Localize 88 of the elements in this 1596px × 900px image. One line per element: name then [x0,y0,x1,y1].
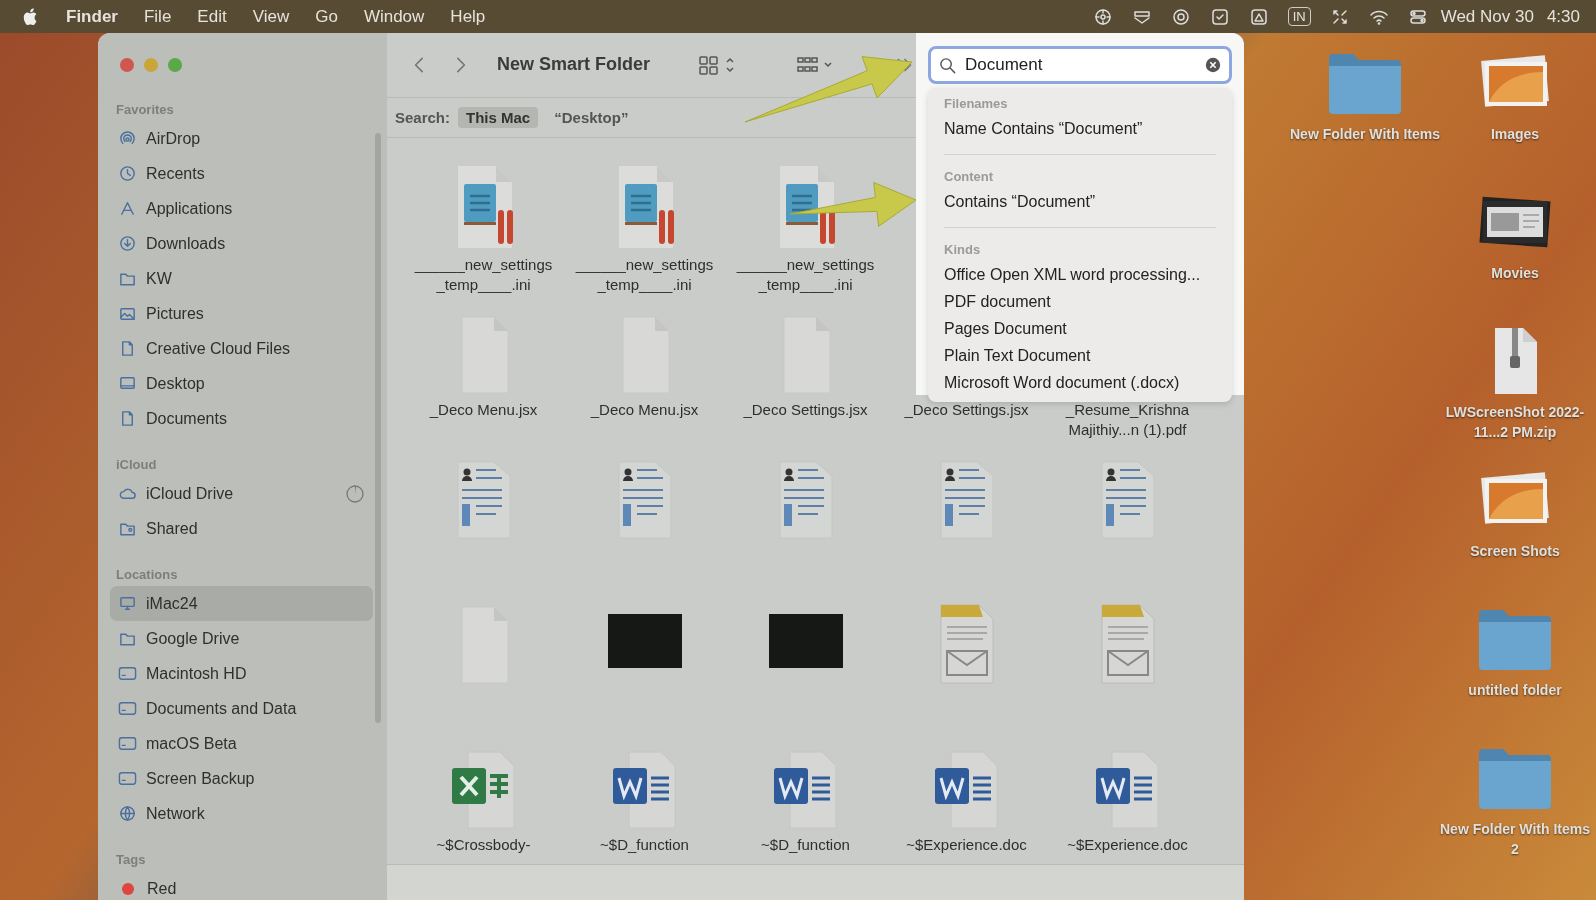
menu-item[interactable]: View [252,6,290,27]
file-name: ~$D_function [599,834,690,855]
sidebar-item[interactable]: Downloads [110,226,373,261]
ring-icon [1170,6,1191,27]
sidebar-item[interactable]: Creative Cloud Files [110,331,373,366]
sidebar-item[interactable]: Network [110,796,373,831]
sidebar-item[interactable]: macOS Beta [110,726,373,761]
input-source-indicator[interactable]: IN [1287,7,1311,26]
suggestion-heading: Filenames [944,95,1009,113]
dotted-wheel-icon [1092,6,1113,27]
sidebar-item[interactable]: Desktop [110,366,373,401]
download-icon [118,234,137,253]
suggestion-heading: Kinds [944,241,982,259]
file-name: ______new_settings_temp____.ini [574,254,715,295]
sidebar-section-heading: Locations [115,566,179,584]
desktop-item-name: New Folder With Items 2 [1440,820,1590,859]
globe-icon [118,804,137,823]
scroll-bar[interactable] [375,133,381,723]
letter-a-shape-icon [118,199,137,218]
close-button[interactable] [120,58,134,72]
menu-item[interactable]: Edit [197,6,227,27]
menu-item[interactable]: Go [315,6,338,27]
sidebar-item[interactable]: Macintosh HD [110,656,373,691]
desktop-item-name: Movies [1491,264,1539,283]
suggestion-item[interactable]: Microsoft Word document (.docx) [944,369,1216,396]
search-field[interactable]: Document [928,46,1232,84]
suggestion-item[interactable]: Pages Document [944,315,1216,342]
monitor-icon [118,594,137,613]
menu-item[interactable]: File [143,6,172,27]
sidebar-item[interactable]: Shared [110,511,373,546]
sidebar-item[interactable]: Google Drive [110,621,373,656]
file-name: _Deco Settings.jsx [903,399,1030,420]
file-name: _Resume_Krishna Majithiy...n (1).pdf [1064,399,1191,440]
file-name: ______new_settings_temp____.ini [413,254,554,295]
clear-button[interactable] [1204,56,1222,74]
sidebar-item[interactable]: Documents and Data [110,691,373,726]
desktop-item-name: untitled folder [1468,681,1562,700]
suggestion-item[interactable]: Plain Text Document [944,342,1216,369]
video-thumbnail[interactable] [768,614,843,669]
desktop-item-name: LWScreenShot 2022-11...2 PM.zip [1444,403,1586,442]
file-name: ~$Crossbody- [435,834,532,855]
menu-bar-date[interactable]: Wed Nov 30 [1440,6,1534,27]
drive-icon [118,664,137,683]
menu-bar-time[interactable]: 4:30 [1546,6,1580,27]
zoom-button[interactable] [168,58,182,72]
search-icon [938,56,957,75]
sidebar-item[interactable]: Applications [110,191,373,226]
file-name: _Deco Menu.jsx [428,399,539,420]
video-thumbnail[interactable] [607,614,682,669]
sidebar-item[interactable]: iCloud Drive [110,476,373,511]
file-name: ~$Experience.doc [905,834,1028,855]
drive-icon [118,734,137,753]
suggestion-item[interactable]: Contains “Document” [944,188,1216,215]
menu-bar-app-name[interactable]: Finder [66,6,118,27]
sidebar-item[interactable]: Red [110,871,373,900]
suggestion-heading: Content [944,168,995,186]
sidebar-section-heading: iCloud [115,456,158,474]
file-name: _Deco Settings.jsx [742,399,869,420]
desktop-item-name: Screen Shots [1470,542,1560,561]
sidebar-item[interactable]: Screen Backup [110,761,373,796]
drive-icon [118,699,137,718]
file-name: ~$Experience.doc [1066,834,1189,855]
sidebar-section-heading: Tags [115,851,147,869]
menu-item[interactable]: Window [363,6,425,27]
sidebar-item[interactable]: iMac24 [110,586,373,621]
suggestion-item[interactable]: Office Open XML word processing... [944,261,1216,288]
file-name: ______new_settings_temp____.ini [735,254,876,295]
drive-icon [118,769,137,788]
search-scope-option[interactable]: This Mac [458,106,539,128]
sidebar-section-heading: Favorites [115,101,175,119]
sidebar-item[interactable]: Documents [110,401,373,436]
desktop-item-name: New Folder With Items [1290,125,1440,144]
search-scope-option[interactable]: “Desktop” [546,106,637,128]
sidebar-item[interactable]: AirDrop [110,121,373,156]
sidebar-item[interactable]: Recents [110,156,373,191]
sidebar-item[interactable]: KW [110,261,373,296]
menu-item[interactable]: Help [450,6,486,27]
clock-icon [118,164,137,183]
search-scope-label: Search: [395,108,451,126]
progress-circle-icon [345,483,365,504]
suggestion-item[interactable]: Name Contains “Document” [944,115,1216,142]
file-name: ~$D_function [760,834,851,855]
suggestion-item[interactable]: PDF document [944,288,1216,315]
file-name: _Deco Menu.jsx [589,399,700,420]
desktop-item-name: Images [1490,125,1540,144]
checkmark-icon [1209,6,1230,27]
window-title: New Smart Folder [497,54,651,76]
sidebar-item[interactable]: Pictures [110,296,373,331]
